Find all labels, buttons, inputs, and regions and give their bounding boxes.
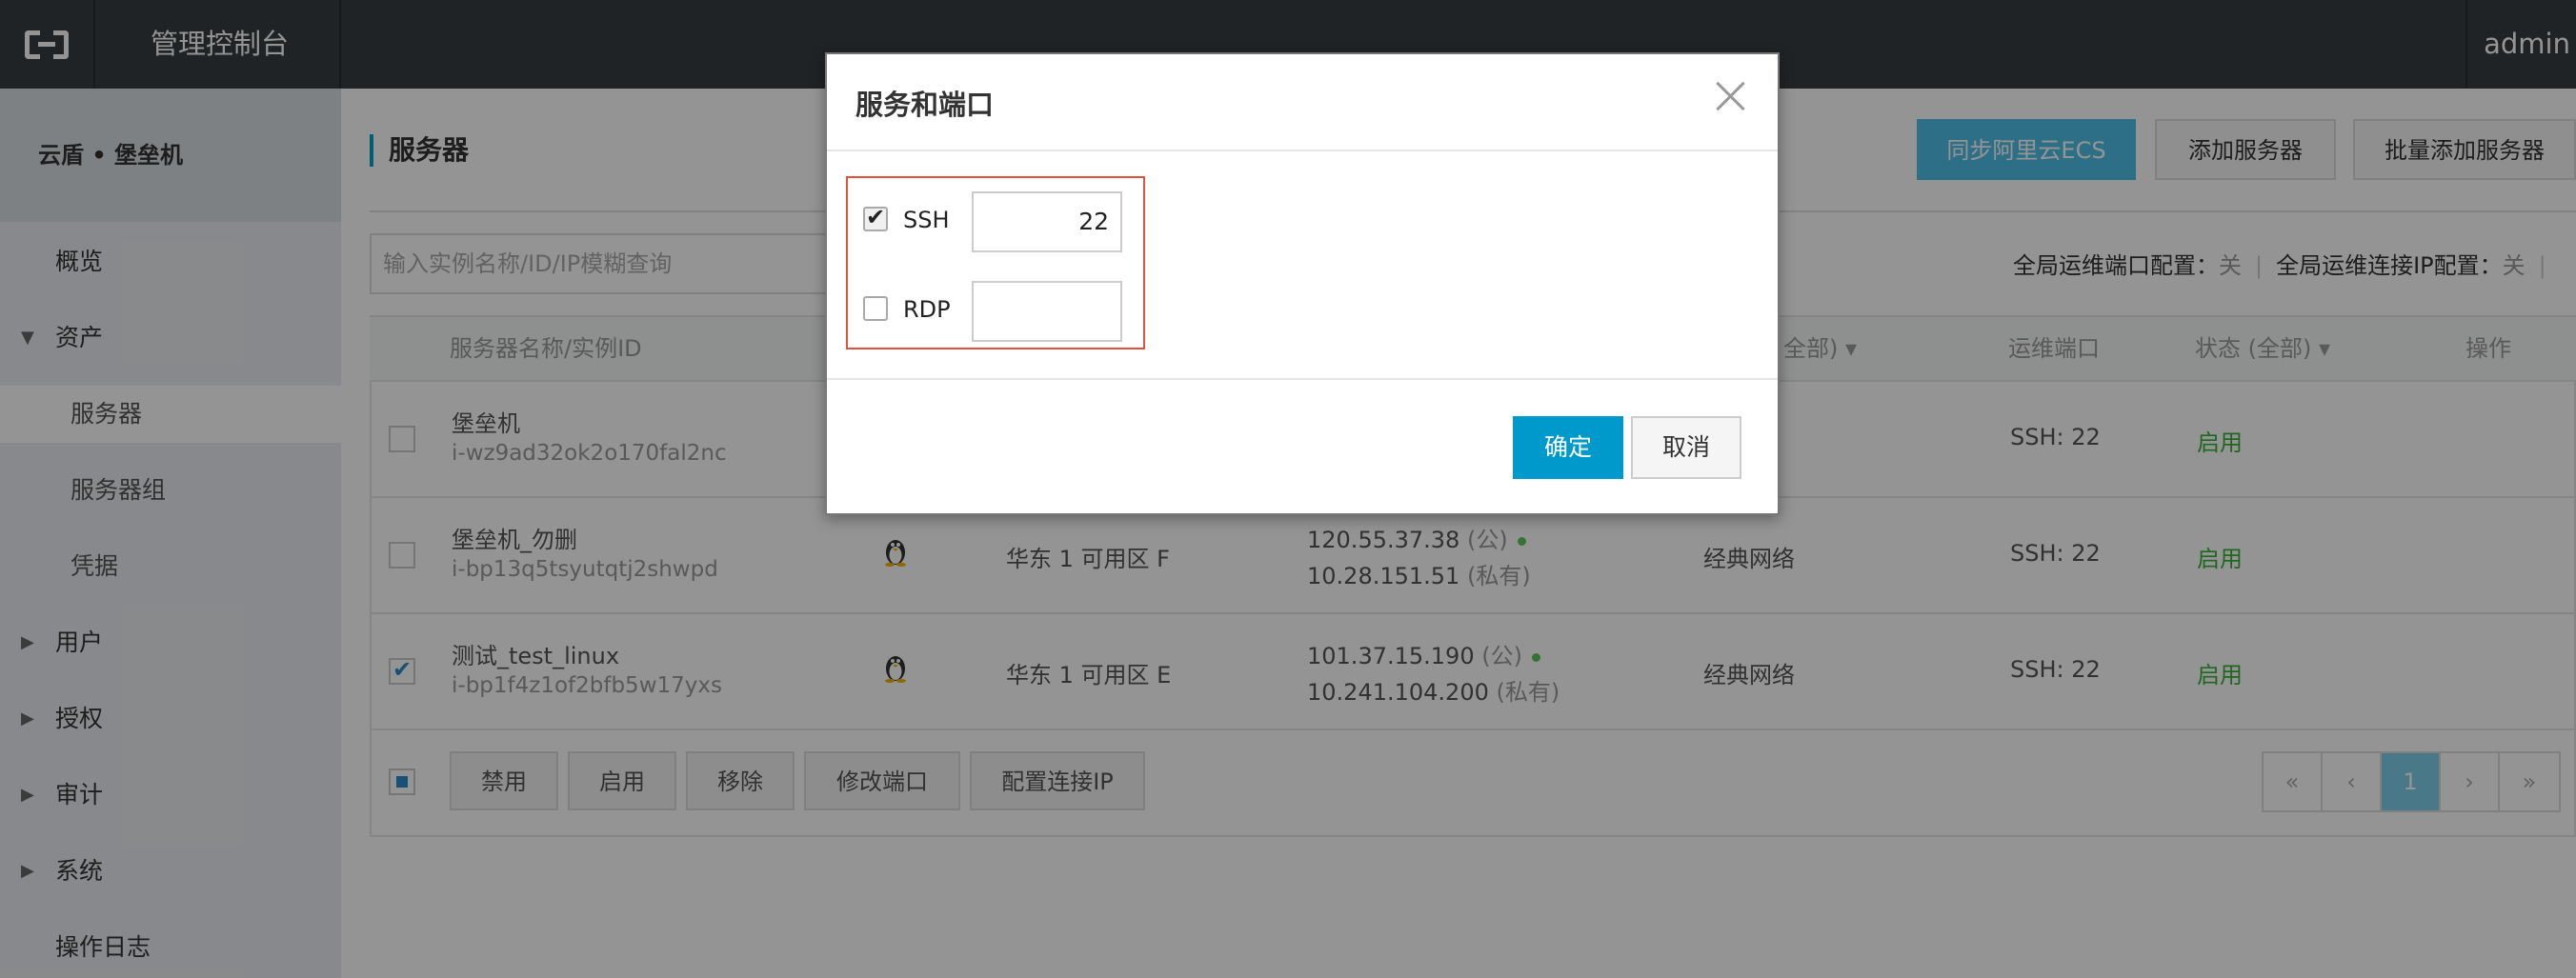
- close-icon[interactable]: [1711, 77, 1749, 115]
- ssh-checkbox[interactable]: [863, 204, 888, 231]
- ssh-label: SSH: [903, 207, 950, 233]
- rdp-port-input[interactable]: [972, 281, 1122, 342]
- port-settings-group: SSH 22 RDP: [846, 176, 1145, 349]
- divider: [827, 378, 1778, 380]
- ssh-port-input[interactable]: 22: [972, 191, 1122, 252]
- service-port-dialog: 服务和端口 SSH 22 RDP 确定 取消: [825, 52, 1780, 515]
- rdp-label: RDP: [903, 296, 951, 323]
- divider: [827, 150, 1778, 151]
- confirm-button[interactable]: 确定: [1513, 416, 1623, 479]
- rdp-checkbox[interactable]: [863, 296, 888, 321]
- dialog-title: 服务和端口: [855, 89, 995, 121]
- cancel-button[interactable]: 取消: [1631, 416, 1741, 479]
